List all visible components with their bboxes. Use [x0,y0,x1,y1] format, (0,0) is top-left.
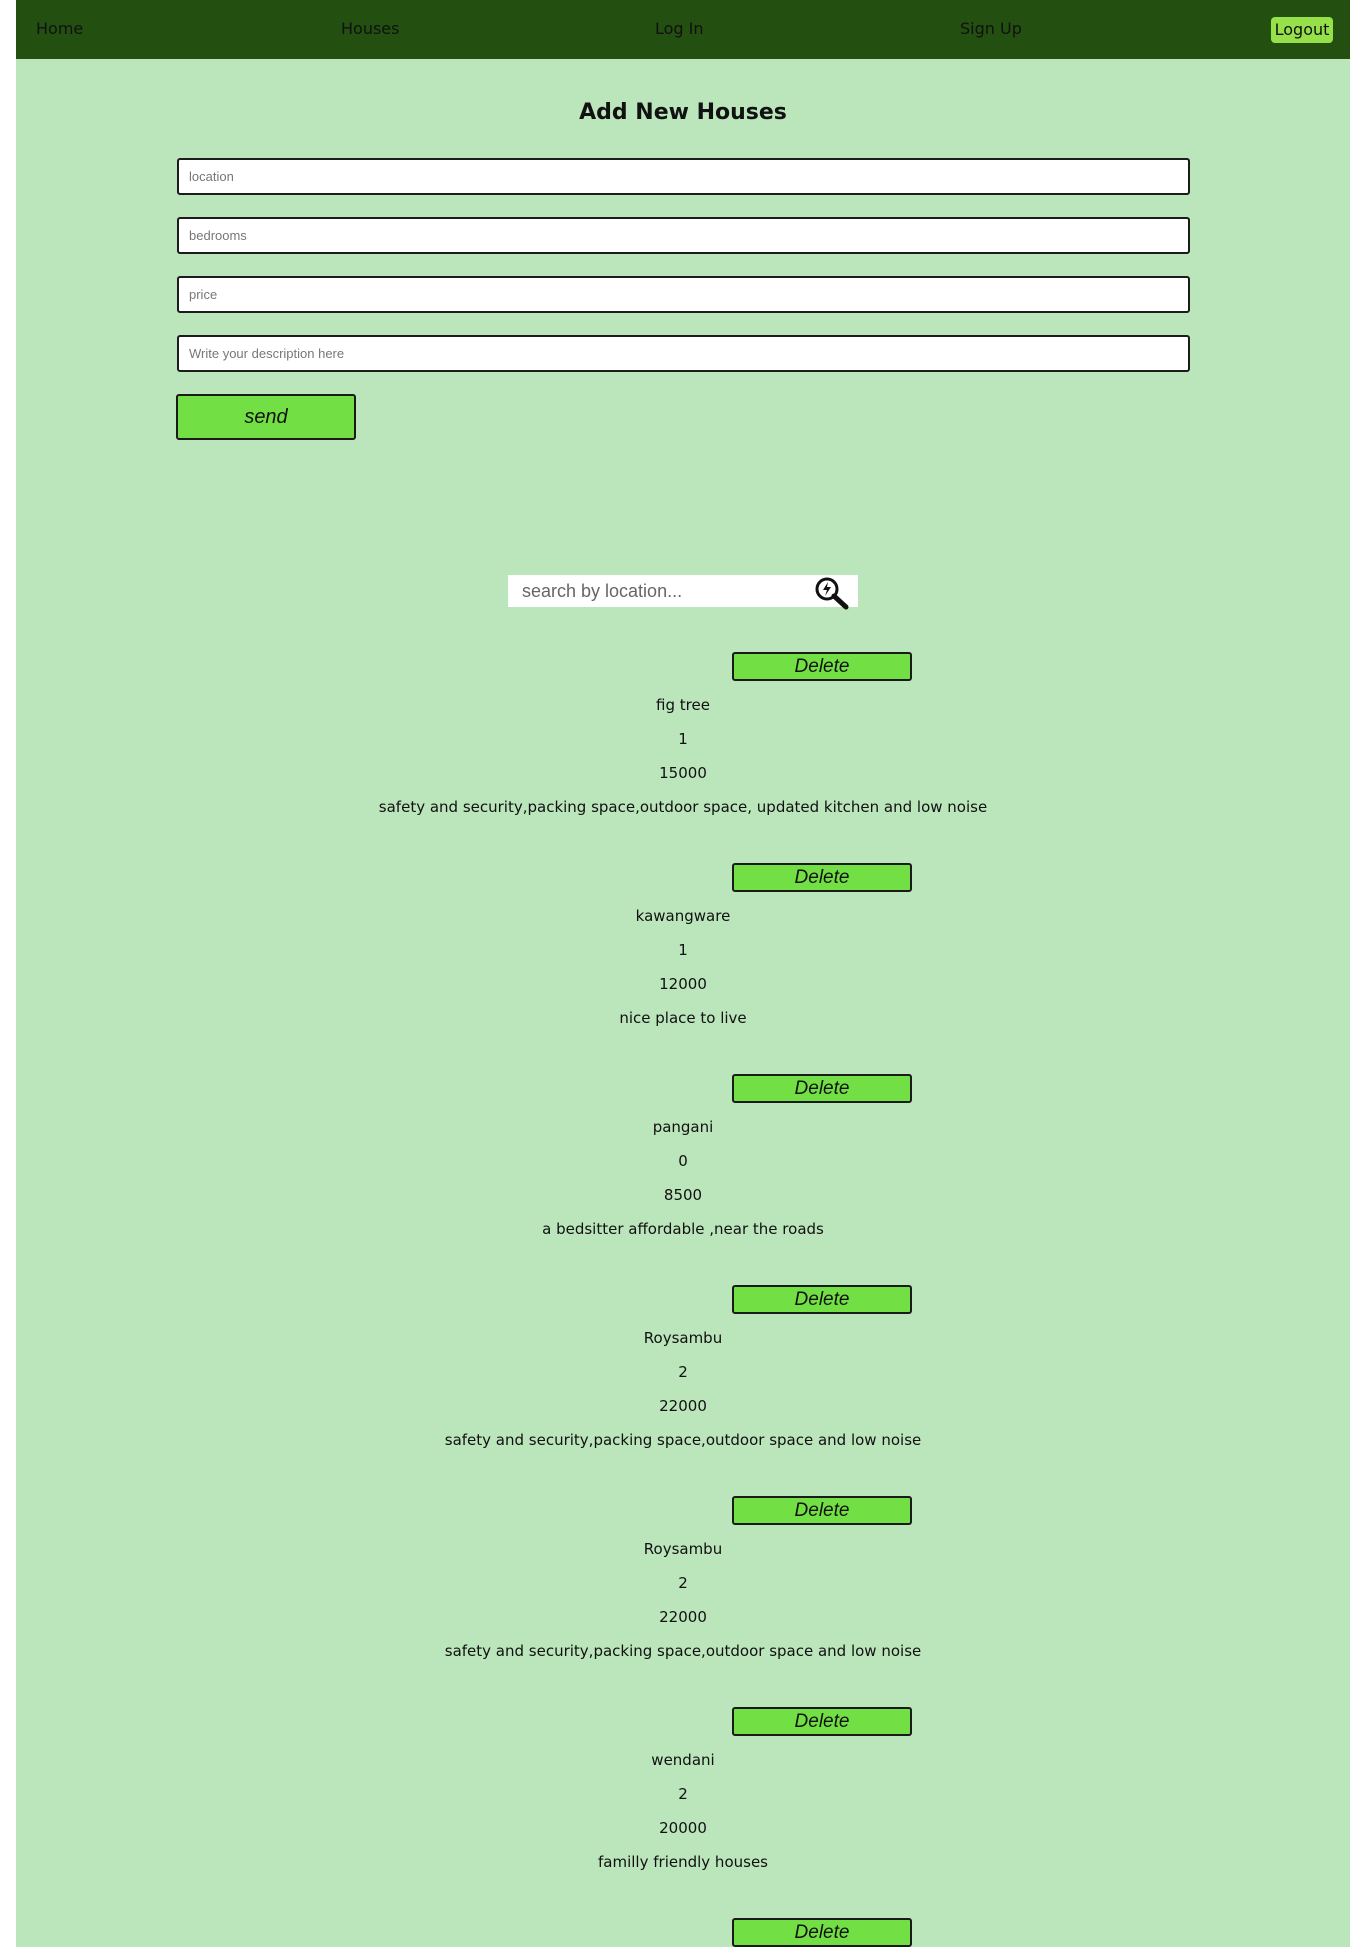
navbar: Home Houses Log In Sign Up Logout [16,0,1350,59]
description-input[interactable] [177,335,1190,372]
house-listing: Delete wendani 2 20000 familly friendly … [16,1707,1350,1907]
delete-button[interactable]: Delete [732,1496,912,1525]
search-icon[interactable] [814,576,850,610]
house-description: familly friendly houses [598,1853,768,1871]
house-price: 22000 [659,1608,707,1626]
house-listing: Delete pangani 0 8500 a bedsitter afford… [16,1074,1350,1274]
house-bedrooms: 0 [678,1152,688,1170]
house-location: Roysambu [643,1540,723,1558]
house-description: nice place to live [619,1009,747,1027]
house-price: 15000 [659,764,707,782]
send-button[interactable]: send [176,394,356,440]
nav-login-link[interactable]: Log In [655,19,704,39]
house-location: fig tree [656,696,710,714]
delete-button[interactable]: Delete [732,1707,912,1736]
house-price: 20000 [659,1819,707,1837]
price-input[interactable] [177,276,1190,313]
house-description: safety and security,packing space,outdoo… [444,1431,922,1449]
delete-button[interactable]: Delete [732,1074,912,1103]
house-bedrooms: 1 [678,730,688,748]
search-bar [508,575,858,610]
house-listing: Delete fig tree 1 15000 safety and secur… [16,652,1350,852]
house-price: 8500 [663,1186,703,1204]
location-input[interactable] [177,158,1190,195]
nav-houses-link[interactable]: Houses [341,19,399,39]
nav-signup-link[interactable]: Sign Up [960,19,1022,39]
house-location: Roysambu [643,1329,723,1347]
bedrooms-input[interactable] [177,217,1190,254]
search-input[interactable] [508,575,808,607]
house-bedrooms: 1 [678,941,688,959]
house-listing: Delete kawangware 1 12000 nice place to … [16,863,1350,1063]
delete-button[interactable]: Delete [732,863,912,892]
house-bedrooms: 2 [678,1574,688,1592]
house-description: safety and security,packing space,outdoo… [378,798,988,816]
house-bedrooms: 2 [678,1785,688,1803]
page-container: Home Houses Log In Sign Up Logout Add Ne… [16,0,1350,1947]
house-price: 22000 [659,1397,707,1415]
house-listing: Delete Roysambu 2 22000 safety and secur… [16,1496,1350,1696]
house-price: 12000 [659,975,707,993]
logout-button[interactable]: Logout [1271,17,1333,43]
house-bedrooms: 2 [678,1363,688,1381]
house-location: pangani [652,1118,714,1136]
house-description: a bedsitter affordable ,near the roads [542,1220,824,1238]
house-listing: Delete [16,1918,1350,1947]
nav-home-link[interactable]: Home [36,19,83,39]
house-location: kawangware [635,907,731,925]
house-description: safety and security,packing space,outdoo… [444,1642,922,1660]
delete-button[interactable]: Delete [732,1285,912,1314]
form-title: Add New Houses [579,100,787,125]
house-location: wendani [651,1751,715,1769]
house-listing: Delete Roysambu 2 22000 safety and secur… [16,1285,1350,1485]
delete-button[interactable]: Delete [732,652,912,681]
delete-button[interactable]: Delete [732,1918,912,1947]
